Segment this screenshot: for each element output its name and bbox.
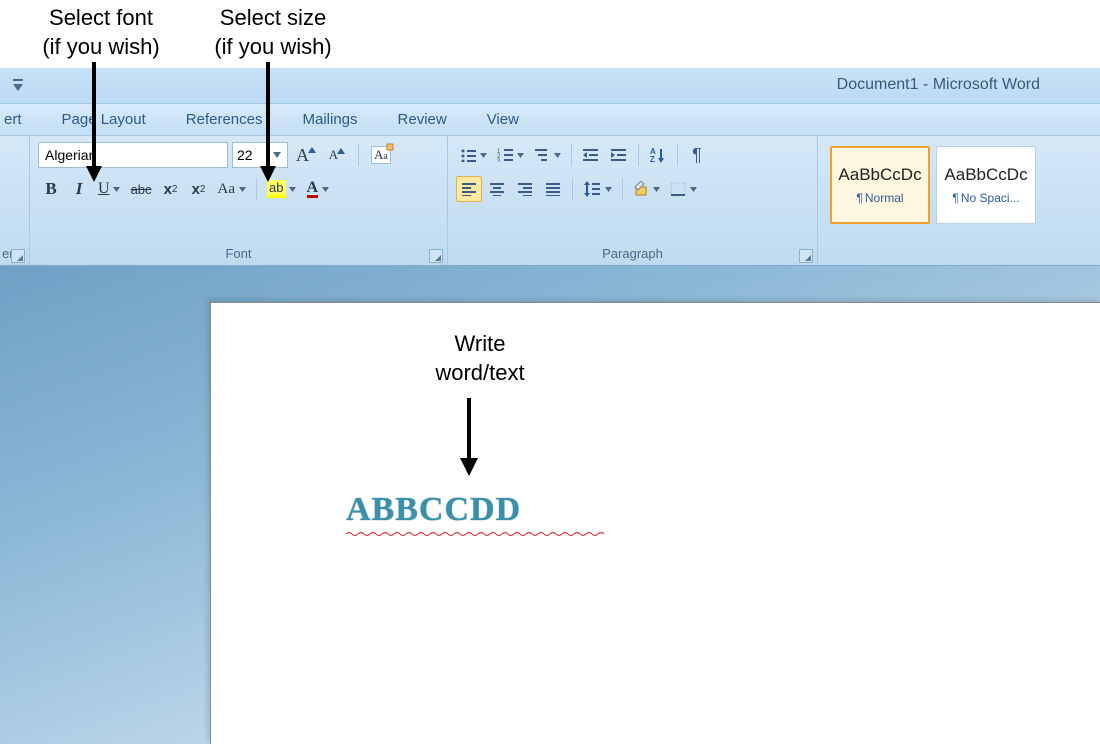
styles-group-label — [818, 261, 1100, 265]
svg-text:Z: Z — [650, 155, 655, 163]
separator — [622, 178, 623, 200]
annotation-write-text: Write word/text — [395, 330, 565, 387]
borders-icon — [670, 182, 686, 196]
subscript-button[interactable]: x2 — [158, 176, 184, 202]
separator — [256, 178, 257, 200]
paragraph-dialog-launcher[interactable] — [799, 249, 813, 263]
annotation-select-size: Select size (if you wish) — [198, 4, 348, 61]
clear-formatting-button[interactable]: Aa — [367, 142, 395, 168]
justify-button[interactable] — [540, 176, 566, 202]
arrow-to-font — [84, 62, 104, 184]
numbering-button[interactable]: 123 — [493, 142, 528, 168]
increase-indent-button[interactable] — [606, 142, 632, 168]
ribbon: er A — [0, 136, 1100, 266]
tab-review[interactable]: Review — [378, 111, 467, 128]
show-marks-button[interactable]: ¶ — [684, 142, 710, 168]
annotation-select-font: Select font (if you wish) — [26, 4, 176, 61]
sort-button[interactable]: AZ — [645, 142, 671, 168]
spelling-squiggle — [346, 531, 606, 537]
shading-icon — [633, 181, 649, 197]
line-spacing-button[interactable] — [579, 176, 616, 202]
font-name-input[interactable] — [39, 147, 232, 163]
align-left-icon — [461, 182, 477, 196]
title-bar: Document1 - Microsoft Word — [0, 68, 1100, 104]
paragraph-group-label: Paragraph — [448, 246, 817, 265]
separator — [571, 144, 572, 166]
style-no-spacing[interactable]: AaBbCcDc ¶No Spaci... — [936, 146, 1036, 224]
justify-icon — [545, 182, 561, 196]
group-styles: AaBbCcDc ¶Normal AaBbCcDc ¶No Spaci... — [818, 136, 1100, 265]
tab-insert[interactable]: ert — [0, 111, 42, 128]
group-paragraph: 123 AZ ¶ — [448, 136, 818, 265]
tab-mailings[interactable]: Mailings — [282, 111, 377, 128]
strikethrough-button[interactable]: abc — [127, 176, 156, 202]
multilevel-icon — [534, 148, 550, 162]
clipboard-dialog-launcher[interactable] — [11, 249, 25, 263]
shrink-font-button[interactable]: A — [324, 142, 350, 168]
separator — [358, 144, 359, 166]
align-right-button[interactable] — [512, 176, 538, 202]
decrease-indent-button[interactable] — [578, 142, 604, 168]
superscript-button[interactable]: x2 — [186, 176, 212, 202]
multilevel-list-button[interactable] — [530, 142, 565, 168]
font-group-label: Font — [30, 246, 447, 265]
separator — [638, 144, 639, 166]
clipboard-label: er — [0, 246, 29, 265]
change-case-button[interactable]: Aa — [214, 176, 251, 202]
align-center-icon — [489, 182, 505, 196]
window-title: Document1 - Microsoft Word — [837, 76, 1040, 94]
bold-button[interactable]: B — [38, 176, 64, 202]
grow-font-button[interactable]: A — [292, 142, 320, 168]
separator — [572, 178, 573, 200]
borders-button[interactable] — [666, 176, 701, 202]
underline-dropdown[interactable] — [112, 187, 122, 192]
document-page[interactable]: ABBCCDD — [210, 302, 1100, 744]
bullets-icon — [460, 148, 476, 162]
separator — [677, 144, 678, 166]
qat-customize-icon[interactable] — [12, 78, 24, 92]
highlight-dropdown[interactable] — [288, 187, 298, 192]
font-color-dropdown[interactable] — [320, 187, 330, 192]
align-right-icon — [517, 182, 533, 196]
font-dialog-launcher[interactable] — [429, 249, 443, 263]
ribbon-tabs: ert Page Layout References Mailings Revi… — [0, 104, 1100, 136]
style-normal[interactable]: AaBbCcDc ¶Normal — [830, 146, 930, 224]
align-left-button[interactable] — [456, 176, 482, 202]
align-center-button[interactable] — [484, 176, 510, 202]
line-spacing-icon — [583, 181, 601, 197]
tab-view[interactable]: View — [467, 111, 539, 128]
numbering-icon: 123 — [497, 148, 513, 162]
bullets-button[interactable] — [456, 142, 491, 168]
sort-icon: AZ — [650, 147, 666, 163]
change-case-dropdown[interactable] — [237, 187, 247, 192]
font-color-button[interactable]: A — [303, 176, 334, 202]
shading-button[interactable] — [629, 176, 664, 202]
arrow-to-size — [258, 62, 278, 184]
document-text[interactable]: ABBCCDD — [346, 491, 521, 529]
increase-indent-icon — [610, 148, 628, 162]
svg-text:3: 3 — [497, 159, 501, 162]
font-name-combo[interactable] — [38, 142, 228, 168]
group-clipboard: er — [0, 136, 30, 265]
decrease-indent-icon — [582, 148, 600, 162]
arrow-to-text — [454, 398, 484, 478]
